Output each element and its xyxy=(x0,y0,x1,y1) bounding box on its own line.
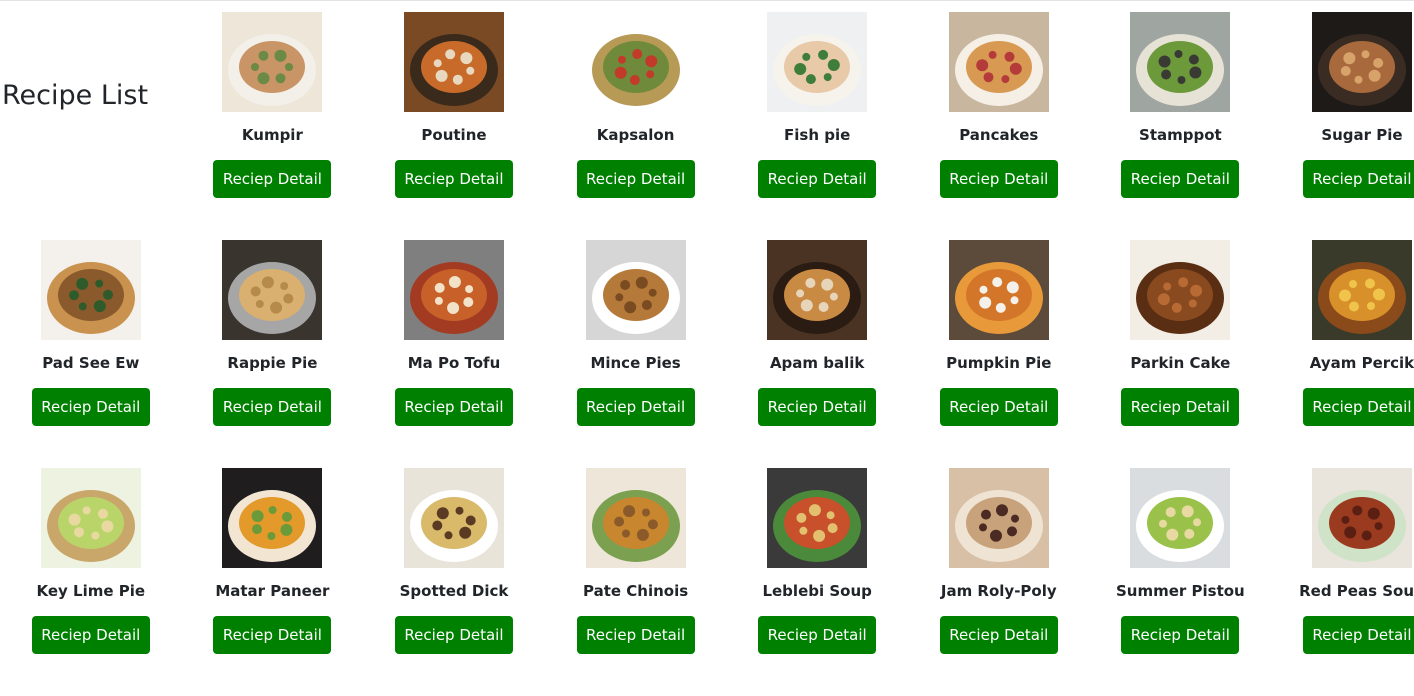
recipe-card-poutine: Poutine Reciep Detail xyxy=(363,12,545,240)
recipe-card-sugar-pie: Sugar Pie Reciep Detail xyxy=(1271,12,1414,240)
recipe-image xyxy=(585,468,686,568)
recipe-name: Key Lime Pie xyxy=(36,582,146,600)
recipe-card-kumpir: Kumpir Reciep Detail xyxy=(182,12,364,240)
recipe-image xyxy=(1311,468,1412,568)
recipe-name: Parkin Cake xyxy=(1130,354,1231,372)
recipe-detail-button[interactable]: Reciep Detail xyxy=(758,616,877,654)
recipe-name: Pad See Ew xyxy=(42,354,140,372)
recipe-image xyxy=(1130,240,1231,340)
recipe-name: Fish pie xyxy=(784,126,851,144)
recipe-name: Summer Pistou xyxy=(1115,582,1245,600)
recipe-card-ayam-percik: Ayam Percik Reciep Detail xyxy=(1271,240,1414,468)
recipe-name: Ma Po Tofu xyxy=(407,354,501,372)
recipe-card-fish-pie: Fish pie Reciep Detail xyxy=(726,12,908,240)
recipe-name: Stamppot xyxy=(1139,126,1222,144)
recipe-detail-button[interactable]: Reciep Detail xyxy=(939,616,1058,654)
recipe-image xyxy=(403,12,504,112)
recipe-detail-button[interactable]: Reciep Detail xyxy=(213,616,332,654)
recipe-card-pumpkin-pie: Pumpkin Pie Reciep Detail xyxy=(908,240,1090,468)
recipe-card-spotted-dick: Spotted Dick Reciep Detail xyxy=(363,468,545,696)
recipe-image xyxy=(1130,12,1231,112)
recipe-image xyxy=(767,12,868,112)
recipe-detail-button[interactable]: Reciep Detail xyxy=(1121,388,1240,426)
recipe-card-pancakes: Pancakes Reciep Detail xyxy=(908,12,1090,240)
recipe-card-ma-po-tofu: Ma Po Tofu Reciep Detail xyxy=(363,240,545,468)
recipe-card-mince-pies: Mince Pies Reciep Detail xyxy=(545,240,727,468)
recipe-image xyxy=(403,240,504,340)
recipe-card-pate-chinois: Pate Chinois Reciep Detail xyxy=(545,468,727,696)
recipe-card-red-peas-soup: Red Peas Soup Reciep Detail xyxy=(1271,468,1414,696)
recipe-image xyxy=(948,12,1049,112)
recipe-image xyxy=(222,12,323,112)
recipe-image xyxy=(1311,12,1412,112)
recipe-detail-button[interactable]: Reciep Detail xyxy=(576,616,695,654)
recipe-name: Pumpkin Pie xyxy=(946,354,1052,372)
recipe-detail-button[interactable]: Reciep Detail xyxy=(1121,160,1240,198)
recipe-image xyxy=(403,468,504,568)
recipe-detail-button[interactable]: Reciep Detail xyxy=(213,388,332,426)
recipe-name: Spotted Dick xyxy=(399,582,509,600)
recipe-name: Leblebi Soup xyxy=(762,582,872,600)
recipe-card-rappie-pie: Rappie Pie Reciep Detail xyxy=(182,240,364,468)
recipe-card-matar-paneer: Matar Paneer Reciep Detail xyxy=(182,468,364,696)
recipe-card-stamppot: Stamppot Reciep Detail xyxy=(1090,12,1272,240)
recipe-detail-button[interactable]: Reciep Detail xyxy=(1302,160,1414,198)
recipe-detail-button[interactable]: Reciep Detail xyxy=(394,616,513,654)
recipe-detail-button[interactable]: Reciep Detail xyxy=(1121,616,1240,654)
recipe-name: Apam balik xyxy=(769,354,865,372)
recipe-image xyxy=(767,240,868,340)
recipe-name: Sugar Pie xyxy=(1321,126,1403,144)
recipe-detail-button[interactable]: Reciep Detail xyxy=(576,388,695,426)
recipe-image xyxy=(948,468,1049,568)
recipe-name: Pancakes xyxy=(959,126,1039,144)
recipe-name: Matar Paneer xyxy=(215,582,330,600)
recipe-name: Pate Chinois xyxy=(582,582,689,600)
recipe-detail-button[interactable]: Reciep Detail xyxy=(213,160,332,198)
recipe-card-leblebi-soup: Leblebi Soup Reciep Detail xyxy=(726,468,908,696)
recipe-detail-button[interactable]: Reciep Detail xyxy=(1302,388,1414,426)
recipe-name: Kapsalon xyxy=(596,126,675,144)
recipe-detail-button[interactable]: Reciep Detail xyxy=(576,160,695,198)
recipe-name: Jam Roly-Poly xyxy=(940,582,1057,600)
recipe-detail-button[interactable]: Reciep Detail xyxy=(394,388,513,426)
recipe-image xyxy=(1130,468,1231,568)
top-divider xyxy=(0,0,1414,1)
recipe-name: Ayam Percik xyxy=(1309,354,1414,372)
recipe-card-jam-roly-poly: Jam Roly-Poly Reciep Detail xyxy=(908,468,1090,696)
recipe-detail-button[interactable]: Reciep Detail xyxy=(939,160,1058,198)
recipe-detail-button[interactable]: Reciep Detail xyxy=(1302,616,1414,654)
recipe-detail-button[interactable]: Reciep Detail xyxy=(31,388,150,426)
recipe-card-kapsalon: Kapsalon Reciep Detail xyxy=(545,12,727,240)
recipe-card-apam-balik: Apam balik Reciep Detail xyxy=(726,240,908,468)
recipe-name: Red Peas Soup xyxy=(1299,582,1414,600)
recipe-detail-button[interactable]: Reciep Detail xyxy=(939,388,1058,426)
recipe-image xyxy=(222,468,323,568)
recipe-detail-button[interactable]: Reciep Detail xyxy=(758,160,877,198)
recipe-image xyxy=(585,240,686,340)
recipe-name: Rappie Pie xyxy=(227,354,318,372)
recipe-name: Poutine xyxy=(421,126,487,144)
recipe-detail-button[interactable]: Reciep Detail xyxy=(31,616,150,654)
recipe-card-key-lime-pie: Key Lime Pie Reciep Detail xyxy=(0,468,182,696)
recipe-image xyxy=(40,468,141,568)
recipe-detail-button[interactable]: Reciep Detail xyxy=(394,160,513,198)
recipe-image xyxy=(585,12,686,112)
recipe-name: Kumpir xyxy=(241,126,303,144)
recipe-image xyxy=(767,468,868,568)
recipe-image xyxy=(222,240,323,340)
recipe-name: Mince Pies xyxy=(590,354,681,372)
recipe-detail-button[interactable]: Reciep Detail xyxy=(758,388,877,426)
recipe-image xyxy=(1311,240,1412,340)
recipe-grid: Kumpir Reciep Detail Poutine Reciep Detail K… xyxy=(0,12,1414,696)
recipe-image xyxy=(948,240,1049,340)
recipe-card-parkin-cake: Parkin Cake Reciep Detail xyxy=(1090,240,1272,468)
recipe-card-pad-see-ew: Pad See Ew Reciep Detail xyxy=(0,240,182,468)
recipe-card-summer-pistou: Summer Pistou Reciep Detail xyxy=(1090,468,1272,696)
recipe-image xyxy=(40,240,141,340)
